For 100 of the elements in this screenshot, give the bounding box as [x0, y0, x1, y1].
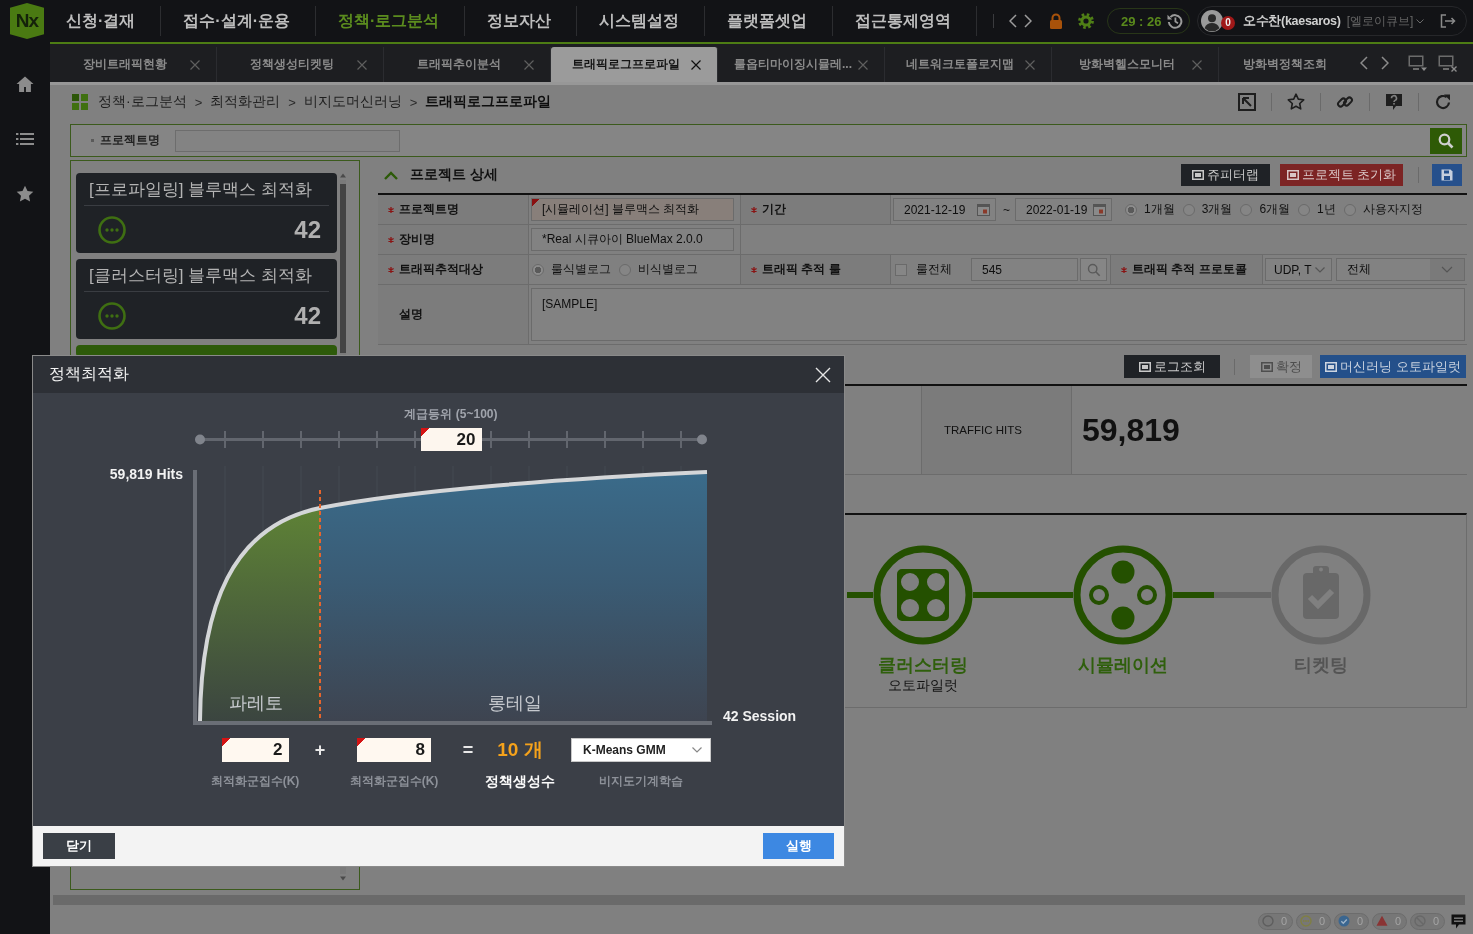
radio-button[interactable]: [532, 263, 544, 276]
lock-icon[interactable]: [1049, 13, 1063, 29]
radio-button[interactable]: [619, 263, 631, 276]
radio-button[interactable]: [1298, 203, 1311, 216]
card-count: 42: [294, 301, 321, 330]
radio-button[interactable]: [1240, 203, 1253, 216]
radio-label[interactable]: 비식별로그: [638, 261, 698, 278]
menu-item[interactable]: 시스템설정: [577, 6, 706, 36]
settings-icon[interactable]: [1078, 13, 1094, 29]
project-card[interactable]: [클러스터링] 블루맥스 최적화 42: [76, 259, 337, 339]
logo[interactable]: Nx: [10, 3, 44, 39]
action-button[interactable]: 프로젝트 초기화: [1280, 164, 1403, 186]
monitor-close-icon[interactable]: [1438, 54, 1457, 72]
refresh-icon[interactable]: [1434, 93, 1452, 111]
menu-item[interactable]: 정책·로그분석: [316, 6, 466, 36]
range-separator: ~: [1003, 202, 1010, 217]
run-button[interactable]: 실행: [763, 833, 834, 859]
tab[interactable]: 방화벽정책조회: [1219, 47, 1351, 82]
chevron-right-icon[interactable]: [1381, 56, 1389, 70]
menu-item[interactable]: 정보자산: [465, 6, 578, 36]
home-icon[interactable]: [16, 75, 34, 93]
scroll-down-icon[interactable]: [340, 876, 346, 881]
notification-badge[interactable]: 0: [1221, 16, 1235, 30]
menu-item[interactable]: 플랫폼셋업: [705, 6, 834, 36]
search-icon: [1086, 262, 1101, 277]
tab[interactable]: 트래픽로그프로파일: [551, 47, 718, 82]
card-title: [클러스터링] 블루맥스 최적화: [84, 259, 329, 292]
cluster-count-field[interactable]: 8: [357, 738, 431, 762]
result-caption: 정책생성수: [485, 773, 555, 789]
close-icon[interactable]: [691, 59, 701, 70]
card-count: 42: [294, 215, 321, 244]
menu-item[interactable]: 신청·결재: [44, 6, 162, 36]
tab[interactable]: 룰옵티마이징시뮬레...: [718, 47, 885, 82]
tab[interactable]: 정책생성티켓팅: [217, 47, 384, 82]
date-field[interactable]: 2022-01-19: [1015, 198, 1112, 221]
action-button[interactable]: 로그조회: [1124, 355, 1220, 378]
help-icon[interactable]: [1385, 93, 1403, 111]
scope-dropdown[interactable]: 전체: [1336, 258, 1465, 281]
breadcrumb-link[interactable]: 정책·로그분석: [98, 93, 187, 111]
radio-button[interactable]: [1182, 203, 1195, 216]
protocol-dropdown[interactable]: UDP, T: [1265, 258, 1332, 281]
chevron-left-icon[interactable]: [1009, 14, 1017, 28]
plus-sign: +: [313, 739, 327, 762]
chevron-icon[interactable]: [384, 170, 398, 180]
logout-icon[interactable]: [1440, 14, 1456, 28]
radio-button[interactable]: [1125, 203, 1137, 216]
radio-label[interactable]: 3개월: [1201, 201, 1233, 218]
date-field[interactable]: 2021-12-19: [893, 198, 996, 221]
radio-button[interactable]: [1343, 203, 1356, 216]
slider-value-field[interactable]: 20: [420, 428, 482, 451]
close-button[interactable]: 닫기: [43, 833, 115, 859]
search-button[interactable]: [1430, 127, 1462, 154]
slider-track[interactable]: [195, 428, 707, 451]
action-button[interactable]: 쥬피터랩: [1181, 164, 1270, 186]
tab[interactable]: 장비트래픽현황: [50, 47, 217, 82]
radio-label[interactable]: 6개월: [1259, 201, 1291, 218]
device-field[interactable]: *Real 시큐아이 BlueMax 2.0.0: [531, 228, 734, 251]
monitor-arrow-icon[interactable]: [1408, 54, 1427, 72]
scrollbar-thumb[interactable]: [340, 184, 346, 353]
tab[interactable]: 방화벽헬스모니터: [1052, 47, 1219, 82]
menu-item[interactable]: 접수·설계·운용: [161, 6, 316, 36]
history-icon[interactable]: [1167, 13, 1183, 29]
chevron-left-icon[interactable]: [1360, 56, 1368, 70]
caret-icon: [1416, 18, 1425, 24]
method-dropdown[interactable]: K-Means GMM: [571, 738, 711, 762]
project-name-field[interactable]: [시뮬레이션] 블루맥스 최적화: [531, 198, 734, 221]
breadcrumb-link[interactable]: 트래픽로그프로파일: [425, 93, 552, 111]
breadcrumb-link[interactable]: 최적화관리: [210, 93, 281, 111]
policy-count: 10 개: [497, 738, 543, 762]
star-icon[interactable]: [16, 185, 34, 203]
idle-status-icon: [1262, 915, 1274, 927]
cluster-count-field[interactable]: 2: [221, 738, 289, 762]
chat-icon[interactable]: [1451, 913, 1466, 929]
star-icon[interactable]: [1287, 93, 1305, 111]
radio-label[interactable]: 사용자지정: [1362, 201, 1423, 218]
avatar-icon[interactable]: [1201, 10, 1223, 32]
project-name-field[interactable]: [175, 129, 400, 152]
list-icon[interactable]: [16, 130, 34, 148]
description-field[interactable]: [SAMPLE]: [531, 288, 1465, 341]
radio-label[interactable]: 룰식별로그: [551, 261, 611, 278]
checkbox-label[interactable]: 룰전체: [916, 261, 952, 278]
breadcrumb-link[interactable]: 비지도머신러닝: [303, 93, 402, 111]
checkbox[interactable]: [895, 263, 907, 276]
radio-label[interactable]: 1년: [1317, 201, 1336, 218]
save-button[interactable]: [1432, 164, 1462, 186]
arrow-box-icon[interactable]: [1238, 93, 1256, 111]
project-card[interactable]: [프로파일링] 블루맥스 최적화 42: [76, 173, 337, 253]
tab[interactable]: 네트워크토폴로지맵: [885, 47, 1052, 82]
scroll-up-icon[interactable]: [340, 173, 346, 178]
calendar-icon[interactable]: [977, 203, 990, 216]
chevron-right-icon[interactable]: [1024, 14, 1032, 28]
organization-dropdown[interactable]: [엘로이큐브]: [1346, 12, 1425, 30]
radio-label[interactable]: 1개월: [1144, 201, 1175, 218]
link-icon[interactable]: [1336, 93, 1354, 111]
window-icon: [1192, 170, 1204, 180]
menu-item[interactable]: 접근통제영역: [833, 6, 978, 36]
calendar-icon[interactable]: [1093, 203, 1106, 216]
rule-field[interactable]: 545: [971, 258, 1078, 281]
window-icon: [1286, 170, 1299, 180]
action-button[interactable]: 머신러닝 오토파일럿: [1320, 355, 1466, 378]
